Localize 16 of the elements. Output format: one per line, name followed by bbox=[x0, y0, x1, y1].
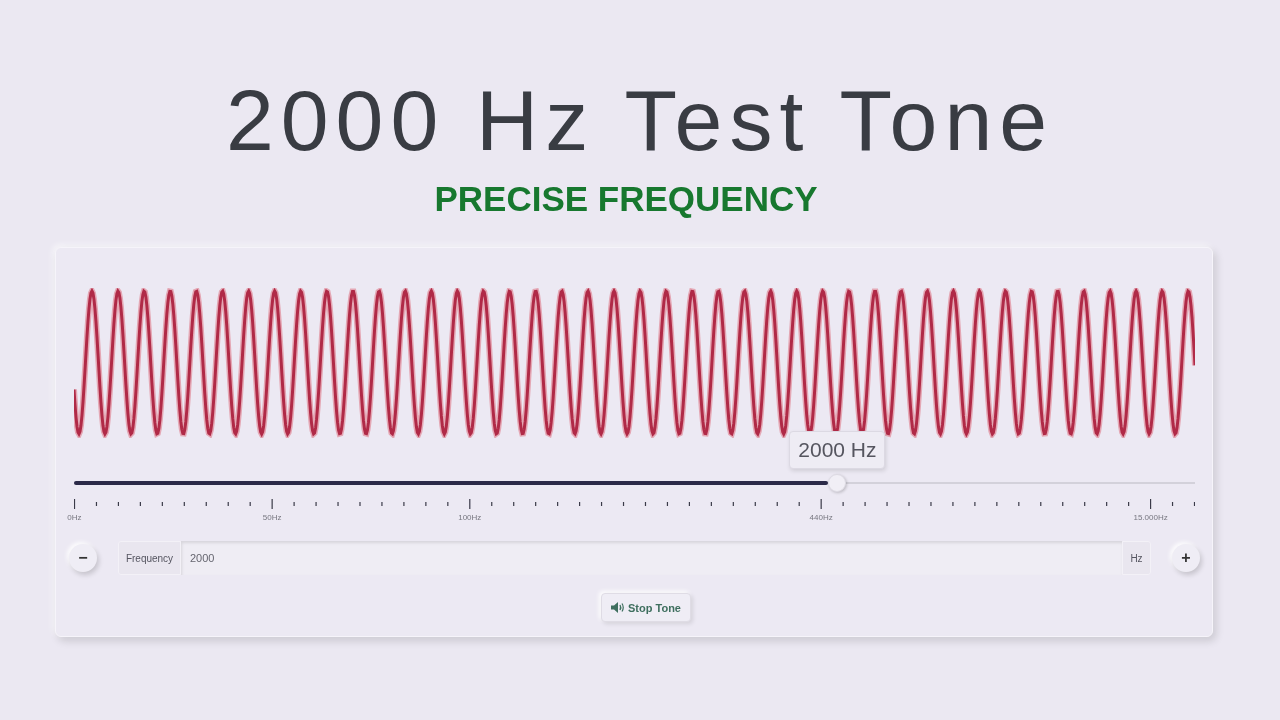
stop-tone-button[interactable]: Stop Tone bbox=[601, 593, 691, 622]
frequency-label: Frequency bbox=[118, 541, 181, 575]
slider-thumb[interactable] bbox=[828, 474, 847, 492]
decrease-button[interactable]: − bbox=[69, 544, 97, 572]
page-title: 2000 Hz Test Tone bbox=[225, 77, 1055, 163]
value-tooltip: 2000 Hz bbox=[789, 431, 886, 469]
frequency-input[interactable]: 2000 bbox=[181, 541, 1122, 575]
scale-label: 100Hz bbox=[458, 513, 482, 523]
scale-label: 0Hz bbox=[67, 513, 82, 523]
subtitle: PRECISE FREQUENCY bbox=[434, 181, 818, 216]
unit-label: Hz bbox=[1122, 541, 1151, 575]
scale-label: 50Hz bbox=[262, 513, 282, 523]
scale-label: 440Hz bbox=[809, 513, 833, 523]
increase-button[interactable]: + bbox=[1172, 544, 1200, 572]
scale-label: 15.000Hz bbox=[1133, 513, 1168, 523]
speaker-icon bbox=[611, 602, 625, 613]
